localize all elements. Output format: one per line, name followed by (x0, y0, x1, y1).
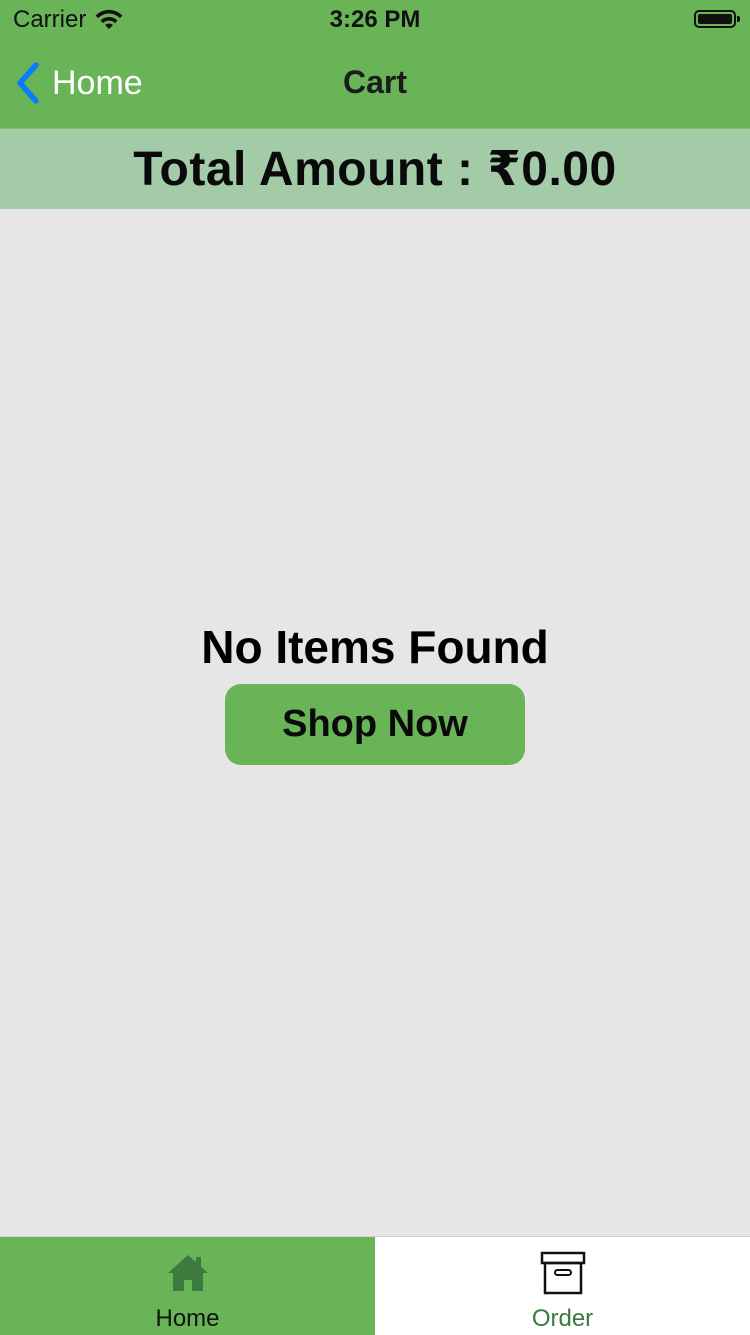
status-bar: Carrier 3:26 PM (0, 0, 750, 40)
tab-order-label: Order (531, 1305, 594, 1332)
total-amount-label: Total Amount : (133, 142, 488, 196)
battery-cap (737, 16, 740, 22)
home-icon (167, 1255, 208, 1291)
total-amount-banner: Total Amount : ₹0.00 (0, 129, 750, 209)
page-title: Cart (342, 64, 407, 100)
tab-order[interactable]: Order (375, 1237, 750, 1335)
shop-now-button[interactable]: Shop Now (225, 684, 525, 765)
tab-bar: Home Order (0, 1236, 750, 1335)
tab-home[interactable]: Home (0, 1237, 375, 1335)
battery-level (698, 14, 732, 24)
status-time: 3:26 PM (329, 6, 421, 33)
archive-box-icon (540, 1251, 585, 1295)
tab-home-label: Home (155, 1305, 220, 1332)
total-amount-value: ₹0.00 (487, 143, 617, 196)
battery-icon (694, 10, 740, 28)
empty-cart-message: No Items Found (201, 621, 549, 673)
navigation-bar: Home Cart (0, 40, 750, 129)
empty-cart-state: No Items Found Shop Now (0, 620, 750, 765)
